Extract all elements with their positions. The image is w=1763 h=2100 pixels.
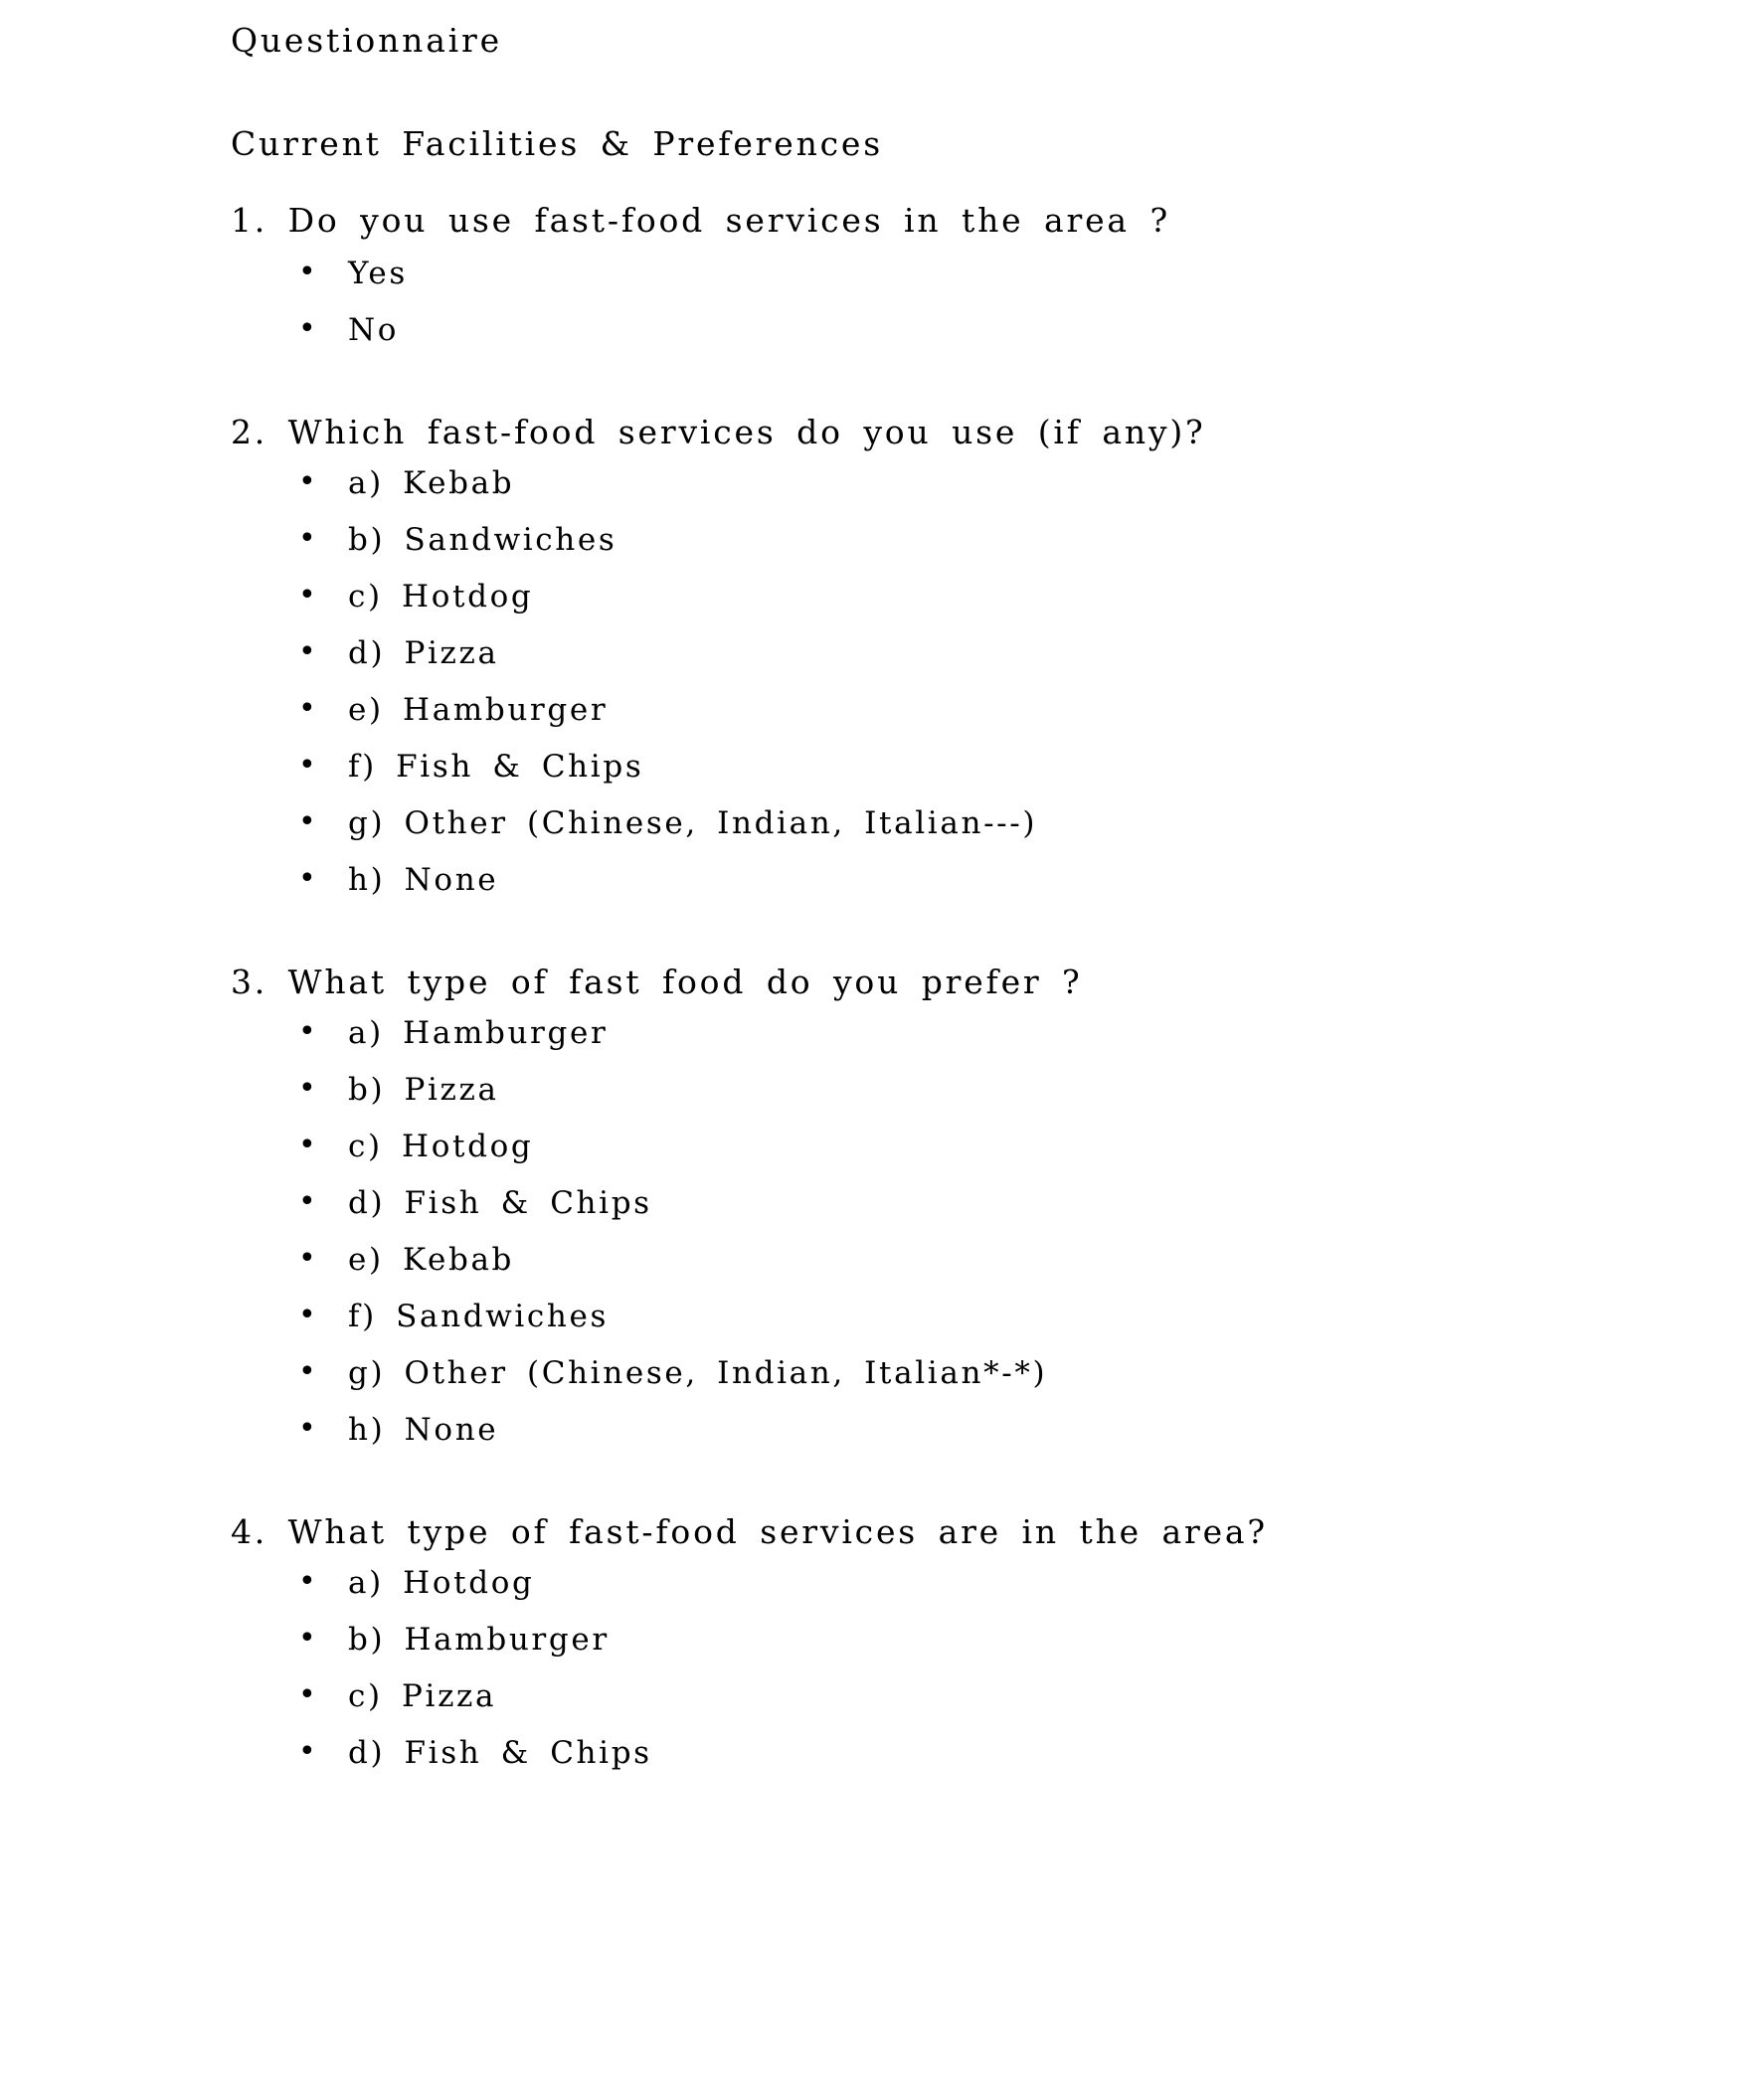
question-text-3: 3. What type of fast food do you prefer … — [231, 962, 1083, 1001]
option-list-4: • a) Hotdog • b) Hamburger • c) Pizza • … — [231, 1564, 1643, 1795]
option-label: a) Hotdog — [348, 1565, 535, 1601]
option-list-3: • a) Hamburger • b) Pizza • c) Hotdog • … — [231, 1014, 1643, 1472]
question-block-2: 2. Which fast-food services do you use (… — [231, 416, 1643, 922]
question-block-1: 1. Do you use fast-food services in the … — [231, 204, 1643, 372]
option-label: a) Kebab — [348, 465, 515, 501]
list-item[interactable]: • a) Hamburger — [231, 1014, 1643, 1075]
question-text-2: 2. Which fast-food services do you use (… — [231, 413, 1206, 451]
bullet-icon: • — [298, 634, 319, 669]
option-label: Yes — [348, 256, 408, 291]
document-content: Questionnaire Current Facilities & Prefe… — [231, 24, 1643, 1795]
list-item[interactable]: • c) Hotdog — [231, 578, 1643, 638]
option-label: b) Hamburger — [348, 1622, 610, 1658]
bullet-icon: • — [298, 1298, 319, 1332]
list-item[interactable]: • b) Hamburger — [231, 1621, 1643, 1681]
list-item[interactable]: • f) Sandwiches — [231, 1298, 1643, 1358]
list-item[interactable]: • g) Other (Chinese, Indian, Italian---) — [231, 804, 1643, 865]
list-item[interactable]: • Yes — [231, 255, 1643, 315]
option-label: a) Hamburger — [348, 1015, 609, 1051]
question-text-4: 4. What type of fast-food services are i… — [231, 1512, 1268, 1551]
bullet-icon: • — [298, 1677, 319, 1712]
bullet-icon: • — [298, 748, 319, 783]
option-label: g) Other (Chinese, Indian, Italian*-*) — [348, 1355, 1048, 1391]
list-item[interactable]: • c) Pizza — [231, 1677, 1643, 1738]
list-item[interactable]: • b) Sandwiches — [231, 521, 1643, 582]
option-label: d) Pizza — [348, 635, 499, 671]
list-item[interactable]: • b) Pizza — [231, 1071, 1643, 1132]
option-label: f) Fish & Chips — [348, 749, 644, 785]
list-item[interactable]: • e) Hamburger — [231, 691, 1643, 752]
question-block-4: 4. What type of fast-food services are i… — [231, 1515, 1643, 1795]
bullet-icon: • — [298, 1621, 319, 1656]
list-item[interactable]: • No — [231, 311, 1643, 372]
bullet-icon: • — [298, 1128, 319, 1162]
question-text-1: 1. Do you use fast-food services in the … — [231, 201, 1170, 240]
list-item[interactable]: • a) Hotdog — [231, 1564, 1643, 1625]
option-label: h) None — [348, 1412, 499, 1448]
bullet-icon: • — [298, 861, 319, 896]
option-label: g) Other (Chinese, Indian, Italian---) — [348, 805, 1038, 841]
option-label: f) Sandwiches — [348, 1299, 610, 1334]
bullet-icon: • — [298, 1734, 319, 1769]
option-label: c) Hotdog — [348, 579, 534, 614]
option-label: No — [348, 312, 400, 348]
bullet-icon: • — [298, 804, 319, 839]
option-label: c) Pizza — [348, 1678, 497, 1714]
option-list-2: • a) Kebab • b) Sandwiches • c) Hotdog •… — [231, 464, 1643, 922]
option-list-1: • Yes • No — [231, 255, 1643, 372]
option-label: d) Fish & Chips — [348, 1185, 652, 1221]
option-label: b) Pizza — [348, 1072, 499, 1108]
option-label: d) Fish & Chips — [348, 1735, 652, 1771]
list-item[interactable]: • d) Fish & Chips — [231, 1734, 1643, 1795]
list-item[interactable]: • f) Fish & Chips — [231, 748, 1643, 808]
bullet-icon: • — [298, 1184, 319, 1219]
option-label: h) None — [348, 862, 499, 898]
option-label: c) Hotdog — [348, 1129, 534, 1164]
list-item[interactable]: • h) None — [231, 861, 1643, 922]
bullet-icon: • — [298, 311, 319, 346]
bullet-icon: • — [298, 1014, 319, 1049]
bullet-icon: • — [298, 1564, 319, 1599]
bullet-icon: • — [298, 1411, 319, 1446]
bullet-icon: • — [298, 578, 319, 612]
question-block-3: 3. What type of fast food do you prefer … — [231, 965, 1643, 1472]
document-page: Questionnaire Current Facilities & Prefe… — [0, 0, 1763, 2100]
bullet-icon: • — [298, 464, 319, 499]
bullet-icon: • — [298, 255, 319, 289]
list-item[interactable]: • d) Fish & Chips — [231, 1184, 1643, 1245]
option-label: e) Hamburger — [348, 692, 609, 728]
list-item[interactable]: • a) Kebab — [231, 464, 1643, 525]
list-item[interactable]: • g) Other (Chinese, Indian, Italian*-*) — [231, 1354, 1643, 1415]
list-item[interactable]: • e) Kebab — [231, 1241, 1643, 1302]
bullet-icon: • — [298, 1241, 319, 1276]
option-label: b) Sandwiches — [348, 522, 617, 558]
list-item[interactable]: • d) Pizza — [231, 634, 1643, 695]
bullet-icon: • — [298, 1354, 319, 1389]
bullet-icon: • — [298, 1071, 319, 1106]
section-heading: Current Facilities & Preferences — [231, 124, 883, 163]
page-title: Questionnaire — [231, 21, 502, 60]
list-item[interactable]: • c) Hotdog — [231, 1128, 1643, 1188]
option-label: e) Kebab — [348, 1242, 515, 1278]
bullet-icon: • — [298, 691, 319, 726]
bullet-icon: • — [298, 521, 319, 556]
list-item[interactable]: • h) None — [231, 1411, 1643, 1472]
